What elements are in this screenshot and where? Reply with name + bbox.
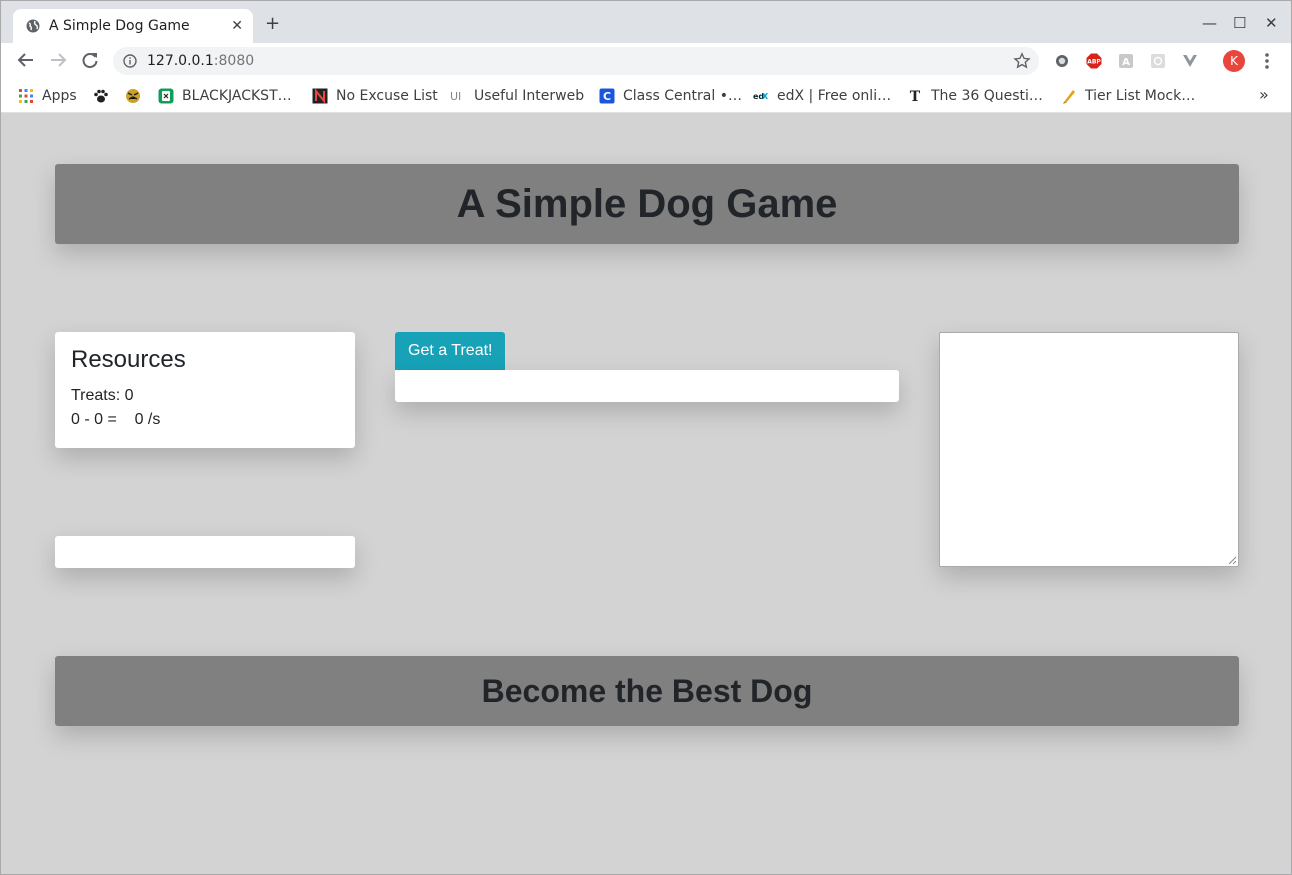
menu-kebab-icon[interactable] [1261,51,1273,71]
edx-icon: ed X [753,92,769,101]
translate-extension-icon[interactable]: A [1118,53,1134,69]
tab-close-icon[interactable]: ✕ [231,18,243,34]
new-tab-button[interactable]: + [265,15,280,33]
resize-handle-icon[interactable] [1228,556,1237,565]
bookmarks-overflow-chevron-icon[interactable]: » [1259,85,1269,104]
bookmarks-bar: Apps BLACKJACKST… No Excuse List UI Usef… [1,79,1291,113]
treats-rate: 0 - 0 = 0 /s [71,411,161,428]
minimize-icon[interactable]: — [1202,14,1217,32]
adblock-icon[interactable]: ABP [1086,53,1102,69]
bookmark-36-questions[interactable]: T The 36 Questi… [907,86,1043,106]
svg-text:A: A [1122,57,1130,68]
treats-count: Treats: 0 [71,387,134,404]
bookmark-label: No Excuse List [336,88,438,104]
tab-strip: A Simple Dog Game ✕ + — ☐ ✕ [1,1,1291,43]
bookmark-edx[interactable]: ed X edX | Free onli… [753,86,891,106]
bookmark-label: edX | Free onli… [777,88,892,104]
get-treat-button[interactable]: Get a Treat! [395,332,506,370]
bookmark-class-central[interactable]: C Class Central •… [599,86,742,106]
bookmark-tiger[interactable] [125,86,149,106]
bookmark-label: The 36 Questi… [931,88,1043,104]
tiger-icon [126,89,140,103]
game-footer: Become the Best Dog [55,656,1239,726]
back-arrow-icon[interactable] [17,51,35,69]
maximize-icon[interactable]: ☐ [1233,14,1246,32]
grid-extension-icon[interactable] [1150,53,1166,69]
ui-text-icon: UI [450,90,461,103]
svg-text:X: X [762,92,769,101]
bookmark-label: Apps [42,88,77,104]
apps-grid-icon [19,89,33,103]
tab-title: A Simple Dog Game [49,18,190,34]
footer-title: Become the Best Dog [481,673,813,709]
bookmark-label: Tier List Mock… [1085,88,1196,104]
bookmark-label: Useful Interweb [474,88,585,104]
bookmark-label: BLACKJACKST… [182,88,292,104]
svg-text:UI: UI [450,90,461,103]
page-viewport: A Simple Dog Game Resources Treats: 0 0 … [3,113,1291,874]
tab-active[interactable]: A Simple Dog Game ✕ [13,9,253,43]
bookmark-no-excuse-list[interactable]: No Excuse List [312,86,438,106]
reload-icon[interactable] [81,51,99,69]
info-icon[interactable] [123,54,137,68]
bookmark-star-icon[interactable] [1013,52,1031,70]
upgrades-panel [55,536,355,568]
browser-toolbar: 127.0.0.1:8080 ABP A K [1,43,1291,79]
resources-heading: Resources [71,346,186,373]
game-header: A Simple Dog Game [55,164,1239,244]
class-central-icon: C [599,88,615,104]
extension-circle-icon[interactable] [1054,53,1070,69]
tier-list-icon [1063,90,1075,104]
no-excuse-list-icon [312,88,328,104]
nyt-icon: T [910,89,921,104]
profile-avatar[interactable]: K [1223,50,1245,72]
browser-window: A Simple Dog Game ✕ + — ☐ ✕ 127.0.0.1:80… [0,0,1292,875]
bookmark-paw[interactable] [93,86,117,106]
bookmark-label: Class Central •… [623,88,742,104]
globe-icon [26,19,40,33]
window-close-icon[interactable]: ✕ [1265,14,1278,32]
page-title: A Simple Dog Game [456,182,838,226]
forward-arrow-icon[interactable] [49,51,67,69]
resources-panel: Resources Treats: 0 0 - 0 = 0 /s [55,332,355,448]
game-log-textarea[interactable] [939,332,1239,567]
svg-text:C: C [603,90,611,103]
svg-text:T: T [910,89,921,104]
blackjack-icon [158,88,174,104]
address-bar[interactable]: 127.0.0.1:8080 [113,47,1039,75]
svg-text:ABP: ABP [1087,59,1101,66]
bookmark-tier-list[interactable]: Tier List Mock… [1061,86,1195,106]
treat-progress-panel [395,370,899,402]
paw-icon [94,89,108,103]
url-text: 127.0.0.1:8080 [147,53,255,69]
vue-devtools-icon[interactable] [1182,53,1198,69]
bookmark-apps[interactable]: Apps [18,86,77,106]
bookmark-blackjack[interactable]: BLACKJACKST… [158,86,292,106]
bookmark-useful-interweb[interactable]: UI Useful Interweb [450,86,584,106]
